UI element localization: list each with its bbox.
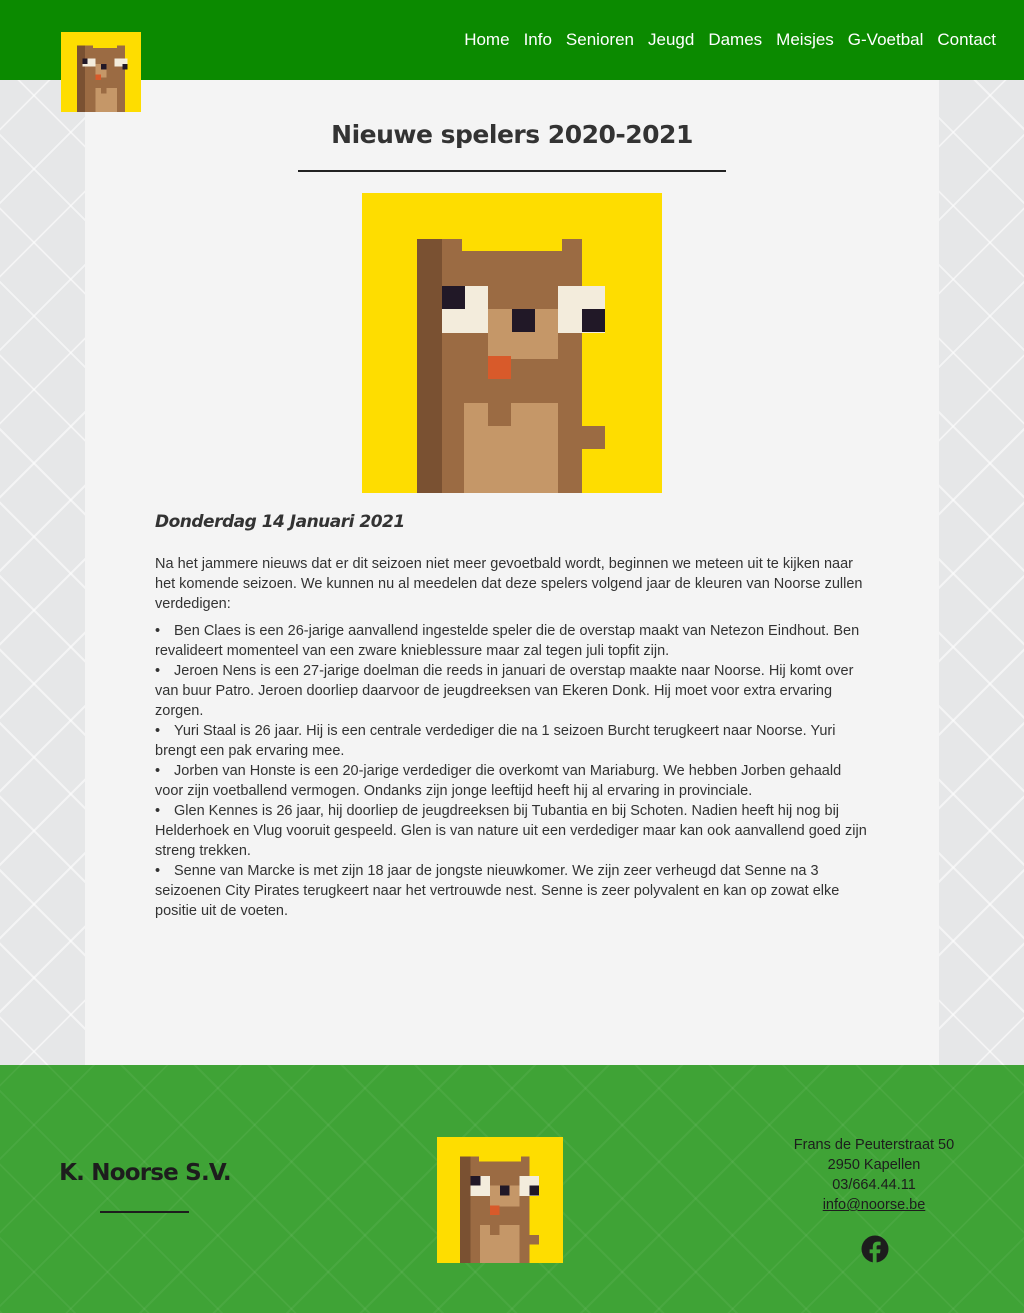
player-text: Yuri Staal is 26 jaar. Hij is een centra… <box>155 723 836 759</box>
nav-link-jeugd[interactable]: Jeugd <box>648 30 694 50</box>
club-mascot-image <box>362 193 662 493</box>
player-text: Senne van Marcke is met zijn 18 jaar de … <box>155 863 840 919</box>
player-text: Jorben van Honste is een 20-jarige verde… <box>155 763 842 799</box>
page-title: Nieuwe spelers 2020-2021 <box>331 120 693 149</box>
footer-divider <box>100 1211 189 1213</box>
club-logo-icon[interactable] <box>61 32 141 112</box>
bullet: • <box>155 763 161 779</box>
contact-address: Frans de Peuterstraat 50 2950 Kapellen 0… <box>764 1135 984 1215</box>
post-date: Donderdag 14 Januari 2021 <box>155 512 405 532</box>
address-phone: 03/664.44.11 <box>832 1177 916 1193</box>
bullet: • <box>155 723 161 739</box>
footer-club-name: K. Noorse S.V. <box>59 1160 232 1186</box>
top-navbar: Home Info Senioren Jeugd Dames Meisjes G… <box>0 0 1024 80</box>
title-divider <box>298 170 726 172</box>
player-list: • Ben Claes is een 26-jarige aanvallend i… <box>155 621 873 921</box>
nav-link-dames[interactable]: Dames <box>708 30 762 50</box>
bullet: • <box>155 663 161 679</box>
facebook-icon[interactable] <box>861 1235 889 1263</box>
list-item: • Jorben van Honste is een 20-jarige verd… <box>155 761 873 801</box>
list-item: • Jeroen Nens is een 27-jarige doelman di… <box>155 661 873 721</box>
nav-link-meisjes[interactable]: Meisjes <box>776 30 834 50</box>
article-panel: Nieuwe spelers 2020-2021 Donderdag 14 Ja… <box>85 80 939 1065</box>
nav-link-home[interactable]: Home <box>464 30 509 50</box>
player-text: Jeroen Nens is een 27-jarige doelman die… <box>155 663 854 719</box>
list-item: • Yuri Staal is 26 jaar. Hij is een centr… <box>155 721 873 761</box>
main-nav: Home Info Senioren Jeugd Dames Meisjes G… <box>464 30 996 50</box>
article-intro: Na het jammere nieuws dat er dit seizoen… <box>155 556 863 612</box>
list-item: • Glen Kennes is 26 jaar, hij doorliep de… <box>155 801 873 861</box>
footer-logo-icon <box>437 1137 563 1263</box>
address-city: 2950 Kapellen <box>827 1157 921 1173</box>
list-item: • Ben Claes is een 26-jarige aanvallend i… <box>155 621 873 661</box>
nav-link-senioren[interactable]: Senioren <box>566 30 634 50</box>
bullet: • <box>155 623 161 639</box>
bullet: • <box>155 863 161 879</box>
nav-link-info[interactable]: Info <box>524 30 552 50</box>
site-footer: K. Noorse S.V. Frans de Peuterstraat 50 … <box>0 1065 1024 1313</box>
player-text: Ben Claes is een 26-jarige aanvallend in… <box>155 623 860 659</box>
nav-link-contact[interactable]: Contact <box>937 30 996 50</box>
email-link[interactable]: info@noorse.be <box>823 1197 926 1213</box>
list-item: • Senne van Marcke is met zijn 18 jaar de… <box>155 861 873 921</box>
bullet: • <box>155 803 161 819</box>
address-street: Frans de Peuterstraat 50 <box>793 1137 955 1153</box>
player-text: Glen Kennes is 26 jaar, hij doorliep de … <box>155 803 867 859</box>
nav-link-g-voetbal[interactable]: G-Voetbal <box>848 30 924 50</box>
